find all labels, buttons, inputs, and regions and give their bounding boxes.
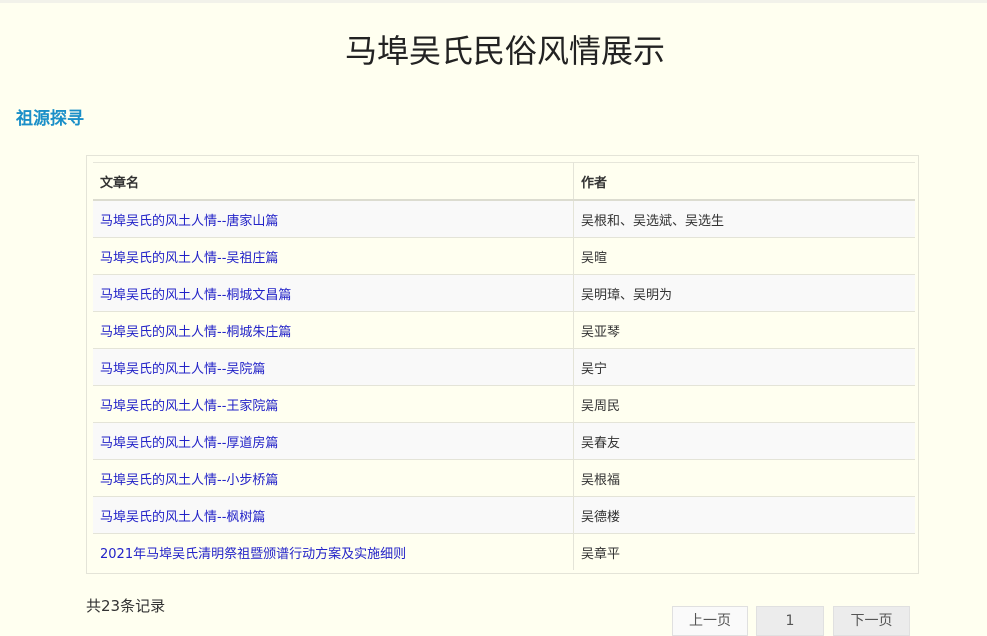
column-header-author: 作者 [573, 162, 915, 201]
title-cell: 马埠吴氏的风土人情--枫树篇 [93, 496, 574, 534]
article-link[interactable]: 马埠吴氏的风土人情--厚道房篇 [100, 436, 278, 451]
table-row: 马埠吴氏的风土人情--吴院篇 吴宁 [93, 348, 915, 386]
title-cell: 马埠吴氏的风土人情--厚道房篇 [93, 422, 574, 460]
author-cell: 吴章平 [573, 533, 915, 570]
title-cell: 马埠吴氏的风土人情--吴祖庄篇 [93, 237, 574, 275]
article-link[interactable]: 马埠吴氏的风土人情--王家院篇 [100, 399, 278, 414]
table-row: 马埠吴氏的风土人情--桐城文昌篇 吴明璋、吴明为 [93, 274, 915, 312]
table-row: 马埠吴氏的风土人情--吴祖庄篇 吴暄 [93, 237, 915, 275]
articles-table: 文章名 作者 马埠吴氏的风土人情--唐家山篇 吴根和、吴选斌、吴选生 马埠吴氏的… [93, 162, 915, 570]
table-row: 马埠吴氏的风土人情--唐家山篇 吴根和、吴选斌、吴选生 [93, 199, 915, 238]
table-row: 马埠吴氏的风土人情--小步桥篇 吴根福 [93, 459, 915, 497]
title-cell: 马埠吴氏的风土人情--桐城朱庄篇 [93, 311, 574, 349]
table-row: 马埠吴氏的风土人情--王家院篇 吴周民 [93, 385, 915, 423]
articles-table-container: 文章名 作者 马埠吴氏的风土人情--唐家山篇 吴根和、吴选斌、吴选生 马埠吴氏的… [86, 155, 919, 574]
title-cell: 马埠吴氏的风土人情--王家院篇 [93, 385, 574, 423]
table-header-row: 文章名 作者 [93, 162, 915, 201]
record-count: 共23条记录 [86, 597, 166, 615]
title-cell: 马埠吴氏的风土人情--小步桥篇 [93, 459, 574, 497]
article-link[interactable]: 马埠吴氏的风土人情--唐家山篇 [100, 214, 278, 229]
column-header-title: 文章名 [93, 162, 574, 201]
author-cell: 吴暄 [573, 237, 915, 275]
author-cell: 吴明璋、吴明为 [573, 274, 915, 312]
table-row: 马埠吴氏的风土人情--厚道房篇 吴春友 [93, 422, 915, 460]
table-row: 2021年马埠吴氏清明祭祖暨颁谱行动方案及实施细则 吴章平 [93, 533, 915, 570]
title-cell: 马埠吴氏的风土人情--吴院篇 [93, 348, 574, 386]
current-page-button[interactable]: 1 [756, 606, 824, 636]
title-cell: 2021年马埠吴氏清明祭祖暨颁谱行动方案及实施细则 [93, 533, 574, 570]
author-cell: 吴春友 [573, 422, 915, 460]
table-row: 马埠吴氏的风土人情--桐城朱庄篇 吴亚琴 [93, 311, 915, 349]
prev-page-button[interactable]: 上一页 [672, 606, 748, 636]
author-cell: 吴亚琴 [573, 311, 915, 349]
article-link[interactable]: 马埠吴氏的风土人情--桐城文昌篇 [100, 288, 291, 303]
title-cell: 马埠吴氏的风土人情--桐城文昌篇 [93, 274, 574, 312]
author-cell: 吴德楼 [573, 496, 915, 534]
section-link-ancestry[interactable]: 祖源探寻 [16, 104, 84, 129]
author-cell: 吴根福 [573, 459, 915, 497]
author-cell: 吴宁 [573, 348, 915, 386]
article-link[interactable]: 马埠吴氏的风土人情--吴院篇 [100, 362, 265, 377]
article-link[interactable]: 马埠吴氏的风土人情--枫树篇 [100, 510, 265, 525]
author-cell: 吴根和、吴选斌、吴选生 [573, 199, 915, 238]
page-title: 马埠吴氏民俗风情展示 [344, 32, 665, 70]
next-page-button[interactable]: 下一页 [833, 606, 910, 636]
title-cell: 马埠吴氏的风土人情--唐家山篇 [93, 199, 574, 238]
article-link[interactable]: 2021年马埠吴氏清明祭祖暨颁谱行动方案及实施细则 [100, 547, 406, 562]
author-cell: 吴周民 [573, 385, 915, 423]
article-link[interactable]: 马埠吴氏的风土人情--吴祖庄篇 [100, 251, 278, 266]
top-border [0, 0, 987, 3]
article-link[interactable]: 马埠吴氏的风土人情--桐城朱庄篇 [100, 325, 291, 340]
article-link[interactable]: 马埠吴氏的风土人情--小步桥篇 [100, 473, 278, 488]
table-row: 马埠吴氏的风土人情--枫树篇 吴德楼 [93, 496, 915, 534]
